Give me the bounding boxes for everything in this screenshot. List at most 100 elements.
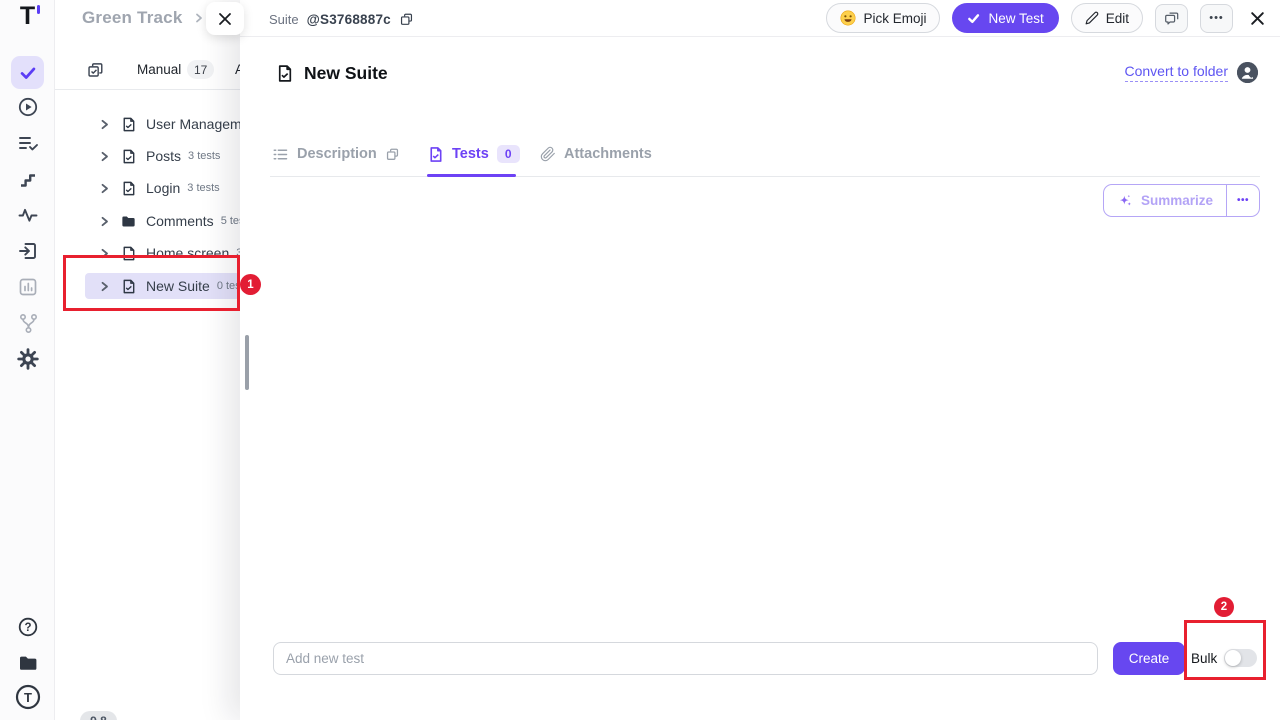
rail-item-account[interactable]: T	[0, 684, 55, 710]
annotation-badge-1: 1	[240, 274, 261, 295]
active-tab-underline	[427, 174, 516, 177]
tree-row-comments[interactable]: Comments 5 tests	[85, 208, 240, 234]
rail-item-plans[interactable]	[0, 132, 55, 154]
rail-item-projects[interactable]	[0, 652, 55, 674]
rail-item-branches[interactable]	[0, 312, 55, 334]
tab-label: Attachments	[564, 146, 652, 162]
tree-row-new-suite[interactable]: New Suite 0 tests	[85, 273, 240, 299]
page-title: New Suite	[304, 63, 388, 84]
rail-item-settings[interactable]	[0, 348, 55, 370]
suite-doc-icon	[120, 180, 137, 197]
suite-doc-icon	[120, 116, 137, 133]
create-button[interactable]: Create	[1113, 642, 1185, 675]
drawer-close-button[interactable]	[206, 2, 244, 35]
bar-chart-icon	[17, 276, 39, 298]
list-check-icon	[17, 132, 39, 154]
stairs-icon	[17, 168, 39, 190]
list-icon	[272, 146, 289, 163]
copy-id-icon[interactable]	[399, 12, 414, 27]
tree-label: Posts	[146, 148, 181, 164]
chevron-right-icon[interactable]	[98, 247, 111, 260]
check-icon	[18, 63, 38, 83]
rail-item-runs[interactable]	[0, 96, 55, 118]
project-name[interactable]: Green Track	[82, 8, 182, 28]
tab-tests[interactable]: Tests 0	[427, 142, 520, 166]
annotation-badge-2: 2	[1214, 597, 1234, 617]
tree-row-home-screen[interactable]: Home screen 3 tests	[85, 240, 240, 266]
tree-label: Login	[146, 180, 180, 196]
toggle-knob	[1225, 650, 1241, 666]
chevron-right-icon[interactable]	[98, 215, 111, 228]
copy-description-icon[interactable]	[385, 147, 400, 162]
select-all-icon[interactable]	[86, 61, 105, 80]
tab-description[interactable]: Description	[272, 142, 400, 166]
suite-id: @S3768887c	[307, 12, 391, 27]
sparkles-icon	[1117, 193, 1133, 209]
comments-button[interactable]	[1155, 4, 1188, 33]
suite-drawer: Suite @S3768887c Pick Emoji New Test Edi…	[240, 0, 1280, 720]
tab-label: Description	[297, 146, 377, 162]
tree-row-posts[interactable]: Posts 3 tests	[85, 143, 240, 169]
rail-item-tests[interactable]	[11, 56, 44, 89]
smiley-emoji-icon	[840, 10, 856, 26]
tree-row-login[interactable]: Login 3 tests	[85, 175, 240, 201]
pencil-icon	[1085, 11, 1099, 25]
tree-count: 3 tests	[188, 150, 220, 162]
close-icon	[217, 11, 233, 27]
tree-label: New Suite	[146, 278, 210, 294]
bulk-label: Bulk	[1191, 651, 1217, 666]
rail-item-analytics[interactable]	[0, 276, 55, 298]
panel-close-icon[interactable]	[1249, 10, 1266, 27]
rail-item-import[interactable]	[0, 240, 55, 262]
pick-emoji-button[interactable]: Pick Emoji	[826, 3, 940, 33]
svg-text:?: ?	[24, 622, 31, 634]
add-test-input[interactable]	[273, 642, 1098, 675]
logo-badge-icon: T	[15, 684, 41, 710]
chat-bubbles-icon	[1163, 10, 1180, 27]
new-test-label: New Test	[988, 11, 1043, 26]
rail-item-steps[interactable]	[0, 168, 55, 190]
new-test-button[interactable]: New Test	[952, 3, 1058, 33]
doc-icon	[120, 245, 137, 262]
rail-item-pulse[interactable]	[0, 204, 55, 226]
suite-doc-icon	[275, 64, 294, 83]
version-badge: 9.8	[80, 711, 117, 720]
summarize-more-button[interactable]: •••	[1226, 185, 1259, 216]
rail-item-help[interactable]: ?	[0, 616, 55, 638]
chevron-right-icon[interactable]	[98, 150, 111, 163]
test-doc-icon	[427, 146, 444, 163]
tab-manual[interactable]: Manual	[137, 62, 181, 77]
import-icon	[17, 240, 39, 262]
breadcrumb-chevron-icon	[193, 12, 205, 24]
convert-to-folder-link[interactable]: Convert to folder	[1125, 63, 1229, 82]
sidebar-divider	[55, 89, 240, 90]
tree-label: User Management	[146, 116, 240, 132]
tests-count-badge: 0	[497, 145, 520, 163]
chevron-right-icon[interactable]	[98, 280, 111, 293]
suite-doc-icon	[120, 278, 137, 295]
edit-label: Edit	[1106, 11, 1129, 26]
app-screen: T ? T Green	[0, 0, 1280, 720]
bulk-toggle[interactable]	[1224, 649, 1257, 667]
paperclip-icon	[540, 146, 556, 162]
drawer-actions: Pick Emoji New Test Edit •••	[826, 3, 1266, 33]
summarize-label: Summarize	[1141, 193, 1213, 208]
tree-label: Comments	[146, 213, 214, 229]
folder-icon	[17, 652, 39, 674]
tab-label: Tests	[452, 146, 489, 162]
pick-emoji-label: Pick Emoji	[863, 11, 926, 26]
more-button[interactable]: •••	[1200, 4, 1233, 33]
header-divider	[240, 36, 1280, 37]
assignee-avatar[interactable]	[1237, 62, 1258, 83]
activity-icon	[17, 204, 39, 226]
git-branch-icon	[17, 312, 39, 334]
chevron-right-icon[interactable]	[98, 118, 111, 131]
tree-row-user-management[interactable]: User Management	[85, 111, 240, 137]
tree-count: 5 tests	[221, 215, 240, 227]
suite-doc-icon	[120, 148, 137, 165]
edit-button[interactable]: Edit	[1071, 3, 1143, 33]
drawer-resize-handle[interactable]	[245, 335, 249, 390]
chevron-right-icon[interactable]	[98, 182, 111, 195]
tab-attachments[interactable]: Attachments	[540, 142, 652, 166]
summarize-button[interactable]: Summarize	[1104, 185, 1226, 216]
